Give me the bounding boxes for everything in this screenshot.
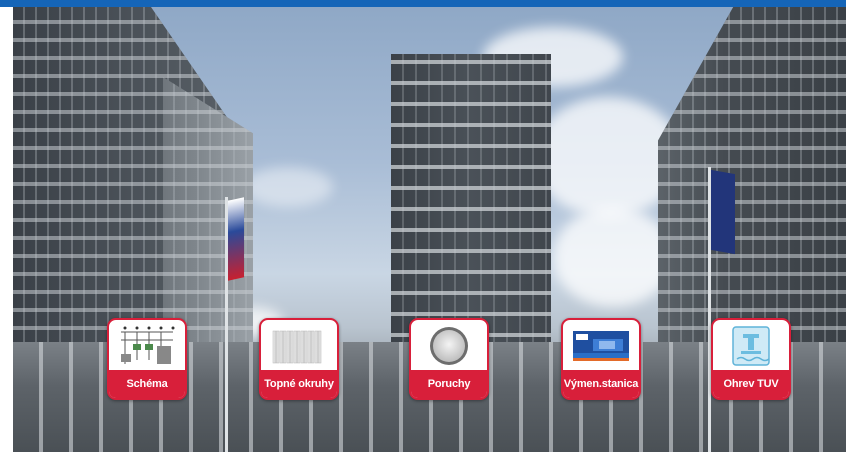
tile-label: Schéma xyxy=(109,370,185,398)
hot-water-tank-icon xyxy=(713,320,789,372)
tile-poruchy[interactable]: Poruchy xyxy=(409,318,489,400)
schema-diagram-icon xyxy=(109,320,185,372)
tile-schema[interactable]: Schéma xyxy=(107,318,187,400)
exchange-station-icon xyxy=(563,320,639,372)
top-bar xyxy=(0,0,846,7)
tile-label: Poruchy xyxy=(411,370,487,398)
cloud xyxy=(553,207,673,307)
tile-label: Topné okruhy xyxy=(261,370,337,398)
flag xyxy=(228,197,244,281)
radiator-icon xyxy=(261,320,337,372)
cloud xyxy=(243,167,333,207)
tile-label: Ohrev TUV xyxy=(713,370,789,398)
tile-vymen-stanica[interactable]: Výmen.stanica xyxy=(561,318,641,400)
tile-ohrev-tuv[interactable]: Ohrev TUV xyxy=(711,318,791,400)
tile-topne-okruhy[interactable]: Topné okruhy xyxy=(259,318,339,400)
flag xyxy=(711,169,735,255)
fault-indicator-icon xyxy=(411,320,487,372)
tile-label: Výmen.stanica xyxy=(563,370,639,398)
center-tower xyxy=(391,54,551,354)
